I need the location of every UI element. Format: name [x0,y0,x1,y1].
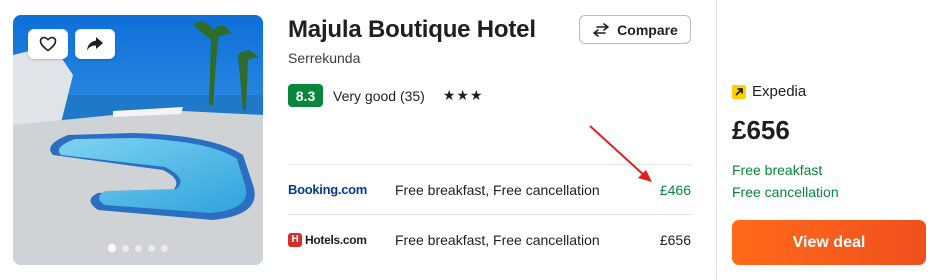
offer-row[interactable]: Booking.com Free breakfast, Free cancell… [288,164,691,214]
save-favorite-button[interactable] [28,29,68,59]
offer-price[interactable]: £656 [660,232,691,248]
share-arrow-icon [87,37,103,51]
carousel-dot[interactable] [148,244,155,252]
featured-perk: Free cancellation [732,184,839,200]
hotel-location: Serrekunda [288,50,361,66]
panel-divider [716,0,717,280]
featured-price: £656 [732,115,790,145]
offer-row[interactable]: H Hotels.com Free breakfast, Free cancel… [288,214,691,264]
carousel-dot[interactable] [108,244,116,252]
heart-icon [39,36,57,52]
share-button[interactable] [75,29,115,59]
rating-row: 8.3 Very good (35) ★★★ [288,84,484,107]
offer-description: Free breakfast, Free cancellation [395,181,600,198]
hotel-photo[interactable] [13,15,263,265]
booking-logo: Booking.com [288,182,368,197]
compare-arrows-icon [593,22,609,37]
hotels-mark-icon: H [288,232,302,247]
hotels-logo-text: Hotels.com [305,232,367,247]
hotel-result-card[interactable]: Majula Boutique Hotel Serrekunda 8.3 Ver… [0,0,940,280]
view-deal-button[interactable]: View deal [732,220,926,265]
compare-button[interactable]: Compare [579,15,691,44]
carousel-dot[interactable] [122,244,129,252]
hotels-logo: H Hotels.com [288,232,367,247]
expedia-arrow-icon [732,84,746,99]
photo-carousel-dots[interactable] [13,244,263,252]
featured-provider: Expedia [732,83,806,100]
score-badge: 8.3 [288,84,323,107]
offer-price[interactable]: £466 [660,182,691,198]
compare-label: Compare [617,21,678,38]
featured-provider-name: Expedia [752,83,807,100]
offer-description: Free breakfast, Free cancellation [395,231,600,248]
star-rating: ★★★ [442,87,484,103]
carousel-dot[interactable] [135,244,142,252]
featured-perk: Free breakfast [732,162,823,178]
carousel-dot[interactable] [161,244,168,252]
rating-text: Very good (35) [333,87,425,104]
hotel-name[interactable]: Majula Boutique Hotel [288,16,536,44]
